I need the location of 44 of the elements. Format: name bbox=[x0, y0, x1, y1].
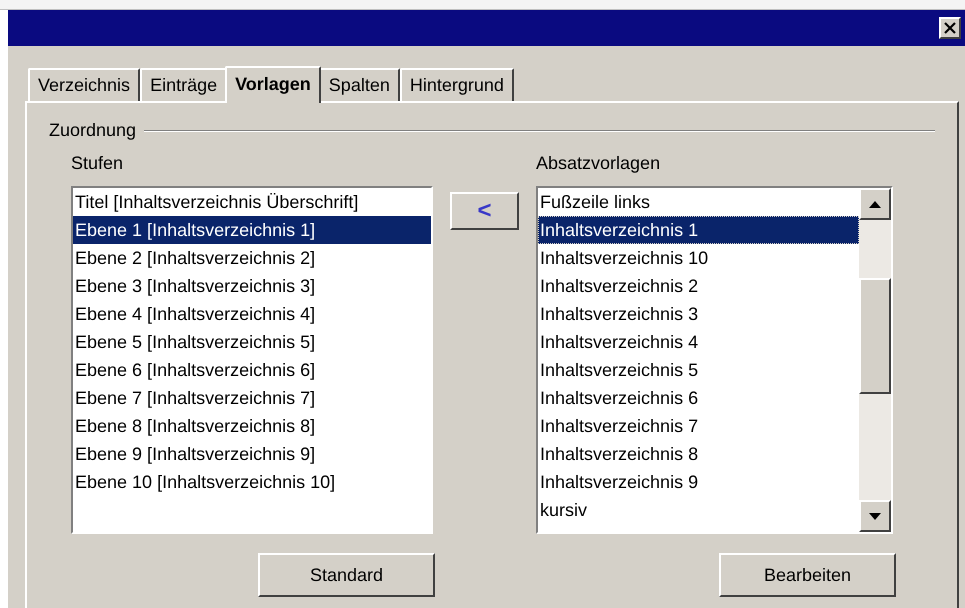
down-arrow-icon bbox=[869, 512, 881, 520]
list-item[interactable]: Inhaltsverzeichnis 9 bbox=[538, 468, 859, 496]
list-item[interactable]: Inhaltsverzeichnis 10 bbox=[538, 244, 859, 272]
scroll-down-button[interactable] bbox=[859, 500, 891, 532]
list-item[interactable]: Inhaltsverzeichnis 1 bbox=[538, 216, 859, 244]
tab[interactable]: Spalten bbox=[318, 68, 400, 101]
list-label: Stufen bbox=[71, 152, 124, 175]
tab[interactable]: Vorlagen bbox=[225, 66, 321, 103]
edit-button[interactable]: Bearbeiten bbox=[719, 553, 896, 597]
list-item[interactable]: Ebene 2 [Inhaltsverzeichnis 2] bbox=[73, 244, 431, 272]
up-arrow-icon bbox=[869, 200, 881, 208]
list-item[interactable]: Ebene 7 [Inhaltsverzeichnis 7] bbox=[73, 384, 431, 412]
list-item[interactable]: Titel [Inhaltsverzeichnis Überschrift] bbox=[73, 188, 431, 216]
list-item[interactable]: Ebene 3 [Inhaltsverzeichnis 3] bbox=[73, 272, 431, 300]
tab[interactable]: Verzeichnis bbox=[28, 68, 140, 101]
list-box[interactable] bbox=[536, 186, 893, 534]
list-item[interactable]: Ebene 8 [Inhaltsverzeichnis 8] bbox=[73, 412, 431, 440]
list-label: Absatzvorlagen bbox=[536, 152, 662, 175]
list-box[interactable] bbox=[71, 186, 433, 534]
list-item[interactable]: Ebene 6 [Inhaltsverzeichnis 6] bbox=[73, 356, 431, 384]
scroll-up-button[interactable] bbox=[859, 188, 891, 220]
assign-button[interactable]: < bbox=[450, 192, 519, 230]
list-item[interactable]: Inhaltsverzeichnis 8 bbox=[538, 440, 859, 468]
list-item[interactable]: Inhaltsverzeichnis 3 bbox=[538, 300, 859, 328]
list-item[interactable]: Inhaltsverzeichnis 5 bbox=[538, 356, 859, 384]
list-item[interactable]: Ebene 9 [Inhaltsverzeichnis 9] bbox=[73, 440, 431, 468]
list-item[interactable]: Fußzeile links bbox=[538, 188, 859, 216]
list-item[interactable]: Inhaltsverzeichnis 7 bbox=[538, 412, 859, 440]
scrollbar[interactable] bbox=[859, 188, 891, 532]
list-item[interactable]: Ebene 5 [Inhaltsverzeichnis 5] bbox=[73, 328, 431, 356]
list-item[interactable]: kursiv bbox=[538, 496, 859, 524]
tab[interactable]: Hintergrund bbox=[400, 68, 514, 101]
list-item[interactable]: Ebene 4 [Inhaltsverzeichnis 4] bbox=[73, 300, 431, 328]
group-title: Zuordnung bbox=[49, 119, 136, 142]
list-item[interactable]: Ebene 10 [Inhaltsverzeichnis 10] bbox=[73, 468, 431, 496]
list-item[interactable]: Inhaltsverzeichnis 6 bbox=[538, 384, 859, 412]
standard-button[interactable]: Standard bbox=[258, 553, 435, 597]
close-icon bbox=[944, 22, 956, 34]
list-item[interactable]: Inhaltsverzeichnis 4 bbox=[538, 328, 859, 356]
scroll-thumb[interactable] bbox=[859, 278, 891, 394]
close-button[interactable] bbox=[939, 17, 961, 39]
list-item[interactable]: Inhaltsverzeichnis 2 bbox=[538, 272, 859, 300]
tab[interactable]: Einträge bbox=[140, 68, 228, 101]
list-item[interactable]: Ebene 1 [Inhaltsverzeichnis 1] bbox=[73, 216, 431, 244]
